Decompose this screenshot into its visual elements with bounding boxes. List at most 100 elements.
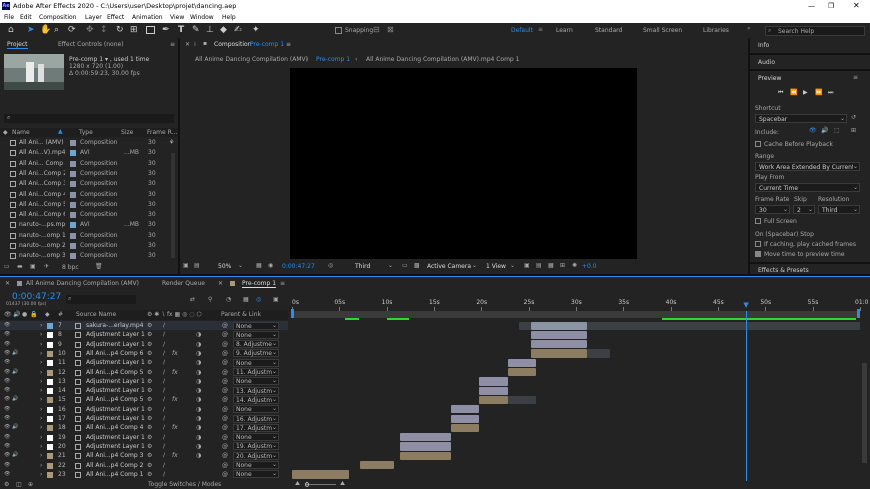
- layer-duration-bar[interactable]: [479, 377, 508, 386]
- zoom-slider[interactable]: [306, 484, 336, 485]
- expand-twirl-icon[interactable]: ›: [40, 471, 42, 478]
- layer-label-color[interactable]: [47, 350, 53, 357]
- playhead-indicator-icon[interactable]: ▼: [743, 301, 748, 309]
- magnification-dropdown[interactable]: 50%: [218, 263, 231, 270]
- timeline-timecode[interactable]: 0:00:47:27: [12, 292, 61, 302]
- pick-whip-icon[interactable]: @: [222, 322, 228, 329]
- shy-layers-icon[interactable]: ◔: [226, 296, 231, 303]
- project-scrollbar[interactable]: [171, 153, 175, 258]
- quality-icon[interactable]: ∕: [163, 462, 165, 469]
- layer-name[interactable]: Adjustment Layer 1: [86, 341, 146, 348]
- frame-blending-icon[interactable]: ▦: [243, 296, 249, 303]
- layer-row[interactable]: 👁 🔊 › 21 All Ani...p4 Comp 3 ⚙ ∕ fx ◑ @20. Adjust…: [0, 451, 288, 460]
- video-toggle-icon[interactable]: 👁: [809, 127, 817, 134]
- menu-composition[interactable]: Composition: [39, 14, 76, 21]
- layer-duration-bar[interactable]: [292, 470, 349, 479]
- layer-row[interactable]: 👁 › 11 Adjustment Layer 1 ⚙ ∕ ◑ @ None ⌄: [0, 358, 288, 367]
- switch-shy-icon[interactable]: ⚙: [147, 415, 152, 422]
- panel-menu-icon[interactable]: ≡: [280, 280, 285, 287]
- orbit-tool-icon[interactable]: ⟳: [68, 25, 76, 35]
- pick-whip-icon[interactable]: @: [222, 396, 228, 403]
- next-frame-icon[interactable]: ⏩: [815, 89, 822, 96]
- audio-icon[interactable]: 🔊: [12, 396, 18, 402]
- layer-label-color[interactable]: [47, 471, 53, 478]
- reset-icon[interactable]: ↺: [851, 114, 856, 121]
- full-screen-checkbox[interactable]: [755, 218, 761, 224]
- flowchart-icon[interactable]: ⚘: [169, 139, 174, 146]
- dolly-tool-icon[interactable]: ↕: [100, 25, 108, 35]
- layer-name[interactable]: Adjustment Layer 1: [86, 331, 146, 338]
- audio-toggle-icon[interactable]: 🔊: [821, 127, 828, 134]
- visibility-eye-icon[interactable]: 👁: [4, 322, 10, 328]
- transparency-grid-icon[interactable]: ▩: [414, 262, 420, 269]
- parent-dropdown[interactable]: None ⌄: [233, 358, 279, 367]
- layer-duration-bar[interactable]: [451, 414, 480, 423]
- layer-label-color[interactable]: [47, 425, 53, 432]
- tab-project[interactable]: Project: [7, 41, 28, 49]
- expand-twirl-icon[interactable]: ›: [40, 452, 42, 459]
- resolution-select[interactable]: Third ⌄: [818, 205, 860, 214]
- switch-shy-icon[interactable]: ⚙: [147, 350, 152, 357]
- layer-label-color[interactable]: [47, 323, 53, 329]
- menu-edit[interactable]: Edit: [20, 14, 32, 21]
- timeline-icon[interactable]: ▦: [548, 262, 554, 269]
- menu-effect[interactable]: Effect: [107, 14, 124, 21]
- layer-row[interactable]: 👁 › 23 All Ani...p4 Comp 1 ⚙ ∕ @ None ⌄: [0, 470, 288, 479]
- layer-duration-bar[interactable]: [451, 423, 480, 433]
- panel-menu-icon[interactable]: ≡: [853, 74, 858, 81]
- adjustment-icon[interactable]: ◑: [196, 415, 201, 422]
- pick-whip-icon[interactable]: @: [222, 350, 228, 357]
- flowchart-small-icon[interactable]: ✈: [44, 263, 49, 270]
- toggle-pixel-aspect-icon[interactable]: ▣: [524, 262, 530, 269]
- expand-twirl-icon[interactable]: ›: [40, 341, 42, 348]
- expand-twirl-icon[interactable]: ›: [40, 415, 42, 422]
- pan-tool-icon[interactable]: ✥: [86, 25, 94, 35]
- parent-dropdown[interactable]: None ⌄: [233, 377, 279, 386]
- quality-icon[interactable]: ∕: [163, 341, 165, 348]
- puppet-pin-icon[interactable]: ✦: [252, 25, 260, 35]
- fast-previews-icon[interactable]: ▤: [536, 262, 542, 269]
- layer-row[interactable]: 👁 › 17 Adjustment Layer 1 ⚙ ∕ ◑ @16. Adjustme ⌄: [0, 414, 288, 423]
- layer-name[interactable]: All Ani...p4 Comp 4: [86, 424, 146, 431]
- last-frame-icon[interactable]: ⏭: [828, 89, 833, 97]
- exposure-value[interactable]: +0.0: [582, 263, 597, 270]
- switch-shy-icon[interactable]: ⚙: [147, 443, 152, 450]
- type-tool-icon[interactable]: T: [178, 25, 184, 35]
- expand-twirl-icon[interactable]: ›: [40, 406, 42, 413]
- pick-whip-icon[interactable]: @: [222, 369, 228, 376]
- roto-brush-icon[interactable]: ✍: [234, 25, 242, 35]
- project-item[interactable]: naruto-...omp 3 Composition 30: [0, 251, 165, 261]
- layer-name[interactable]: Adjustment Layer 1: [86, 359, 146, 366]
- expand-twirl-icon[interactable]: ›: [40, 369, 42, 376]
- search-help-field[interactable]: ⌕ Search Help: [765, 26, 865, 36]
- visibility-eye-icon[interactable]: 👁: [4, 359, 10, 365]
- menu-file[interactable]: File: [4, 14, 14, 21]
- pick-whip-icon[interactable]: @: [222, 359, 228, 366]
- expand-twirl-icon[interactable]: ›: [40, 359, 42, 366]
- cache-before-checkbox[interactable]: [755, 141, 761, 147]
- adjustment-icon[interactable]: ◑: [196, 406, 201, 413]
- layer-label-color[interactable]: [47, 406, 53, 413]
- audio-icon[interactable]: 🔊: [12, 424, 18, 430]
- snap-icon[interactable]: ⊟: [373, 25, 380, 34]
- workspace-overflow-icon[interactable]: »: [747, 25, 751, 32]
- shortcut-dropdown[interactable]: Spacebar ⌄: [755, 114, 847, 123]
- layer-label-color[interactable]: [47, 397, 53, 404]
- menu-help[interactable]: Help: [222, 14, 236, 21]
- grid-icon[interactable]: ▦: [256, 262, 262, 269]
- fx-icon[interactable]: fx: [172, 424, 178, 431]
- visibility-eye-icon[interactable]: 👁: [4, 462, 10, 468]
- quality-icon[interactable]: ∕: [163, 350, 165, 357]
- work-area-bar[interactable]: [292, 311, 860, 318]
- layer-duration-bar[interactable]: [451, 405, 480, 414]
- snapping-checkbox[interactable]: [335, 27, 342, 34]
- parent-dropdown[interactable]: None ⌄: [233, 470, 279, 479]
- quality-icon[interactable]: ∕: [163, 369, 165, 376]
- expand-twirl-icon[interactable]: ›: [40, 387, 42, 394]
- comp-tab-main[interactable]: All Anime Dancing Compilation (AMV): [195, 56, 308, 63]
- work-area-start-handle[interactable]: [291, 309, 294, 318]
- parent-dropdown[interactable]: None ⌄: [233, 461, 279, 469]
- region-icon[interactable]: ▭: [402, 262, 408, 269]
- adjustment-icon[interactable]: ◑: [196, 331, 201, 338]
- interpret-footage-icon[interactable]: ▭: [4, 263, 10, 270]
